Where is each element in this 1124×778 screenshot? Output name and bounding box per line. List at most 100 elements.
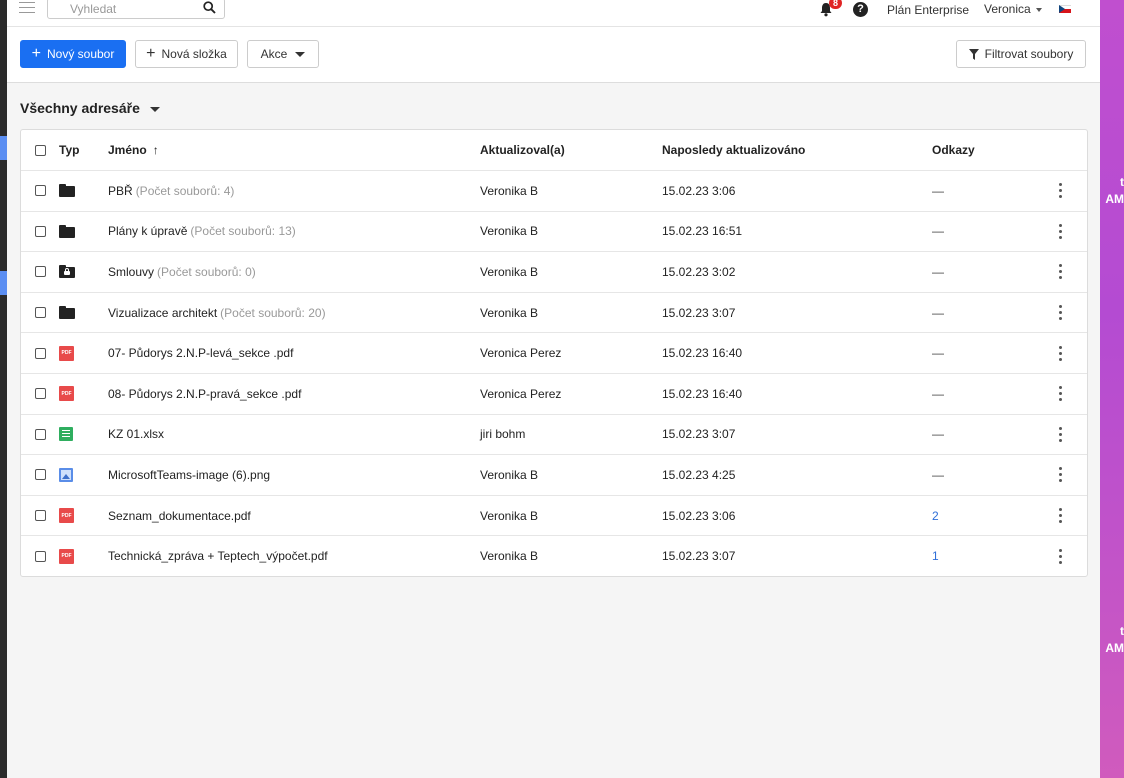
file-name[interactable]: Smlouvy bbox=[108, 265, 154, 279]
actions-label: Akce bbox=[260, 47, 288, 61]
row-checkbox[interactable] bbox=[35, 550, 46, 562]
more-options-icon[interactable] bbox=[1058, 386, 1062, 402]
file-name-cell[interactable]: 07- Půdorys 2.N.P-levá_sekce .pdf bbox=[108, 333, 293, 373]
filter-files-button[interactable]: Filtrovat soubory bbox=[956, 40, 1086, 68]
table-row[interactable]: MicrosoftTeams-image (6).png Veronika B 15… bbox=[21, 455, 1087, 496]
caret-down-icon bbox=[295, 51, 306, 57]
table-row[interactable]: PDF 07- Půdorys 2.N.P-levá_sekce .pdf Vero… bbox=[21, 333, 1087, 374]
row-checkbox[interactable] bbox=[35, 469, 46, 481]
table-row[interactable]: Plány k úpravě (Počet souborů: 13) Veronik… bbox=[21, 212, 1087, 253]
desktop-text: t bbox=[1120, 175, 1124, 189]
directory-selector-label: Všechny adresáře bbox=[20, 100, 140, 116]
file-name-cell[interactable]: MicrosoftTeams-image (6).png bbox=[108, 455, 270, 495]
table-row[interactable]: PDF Seznam_dokumentace.pdf Veronika B 15.02… bbox=[21, 496, 1087, 537]
column-header-name-label: Jméno bbox=[108, 143, 147, 157]
updated-at: 15.02.23 3:07 bbox=[662, 427, 736, 442]
file-name-cell[interactable]: Technická_zpráva + Teptech_výpočet.pdf bbox=[108, 536, 328, 576]
row-checkbox[interactable] bbox=[35, 388, 46, 400]
updated-by: Veronica Perez bbox=[480, 386, 562, 401]
row-checkbox[interactable] bbox=[35, 307, 46, 319]
links-count[interactable]: 2 bbox=[932, 509, 939, 523]
row-checkbox[interactable] bbox=[35, 185, 46, 197]
more-options-icon[interactable] bbox=[1058, 467, 1062, 483]
updated-at: 15.02.23 3:06 bbox=[662, 183, 736, 198]
pdf-file-icon: PDF bbox=[59, 508, 74, 524]
row-checkbox[interactable] bbox=[35, 266, 46, 278]
directory-selector[interactable]: Všechny adresáře bbox=[20, 100, 160, 116]
links-count[interactable]: 1 bbox=[932, 549, 939, 563]
new-file-button[interactable]: + Nový soubor bbox=[20, 40, 126, 68]
more-options-icon[interactable] bbox=[1058, 264, 1062, 280]
updated-by: Veronica Perez bbox=[480, 346, 562, 361]
table-row[interactable]: PDF Technická_zpráva + Teptech_výpočet.pd… bbox=[21, 536, 1087, 576]
table-row[interactable]: PDF 08- Půdorys 2.N.P-pravá_sekce .pdf Ver… bbox=[21, 374, 1087, 415]
updated-at: 15.02.23 3:06 bbox=[662, 508, 736, 523]
row-checkbox[interactable] bbox=[35, 225, 46, 237]
left-strip-marker bbox=[0, 136, 7, 160]
updated-by: Veronika B bbox=[480, 305, 539, 320]
file-name[interactable]: KZ 01.xlsx bbox=[108, 427, 164, 441]
file-name[interactable]: Vizualizace architekt bbox=[108, 306, 217, 320]
chevron-down-icon bbox=[1035, 7, 1042, 12]
pdf-file-icon: PDF bbox=[59, 345, 74, 361]
sort-ascending-icon: ↑ bbox=[152, 143, 159, 157]
actions-dropdown[interactable]: Akce bbox=[247, 40, 319, 68]
column-header-name[interactable]: Jméno ↑ bbox=[108, 130, 159, 170]
file-name-cell[interactable]: PBŘ (Počet souborů: 4) bbox=[108, 171, 234, 211]
left-strip-marker bbox=[0, 271, 7, 295]
file-name-cell[interactable]: Smlouvy (Počet souborů: 0) bbox=[108, 252, 256, 292]
new-folder-button[interactable]: + Nová složka bbox=[135, 40, 238, 68]
menu-icon[interactable] bbox=[19, 2, 35, 14]
file-name[interactable]: 07- Půdorys 2.N.P-levá_sekce .pdf bbox=[108, 346, 293, 360]
czech-flag-icon[interactable] bbox=[1059, 5, 1071, 13]
more-options-icon[interactable] bbox=[1058, 548, 1062, 564]
row-checkbox[interactable] bbox=[35, 428, 46, 440]
file-manager-app: 8 ? Plán Enterprise Veronica + Nový soubo… bbox=[7, 0, 1100, 778]
links-count: — bbox=[932, 305, 944, 320]
select-all-checkbox[interactable] bbox=[35, 144, 46, 156]
file-name[interactable]: Seznam_dokumentace.pdf bbox=[108, 509, 251, 523]
help-icon[interactable]: ? bbox=[853, 2, 868, 17]
column-header-links[interactable]: Odkazy bbox=[932, 130, 975, 170]
search-icon[interactable] bbox=[203, 1, 216, 17]
search-input[interactable] bbox=[48, 0, 210, 18]
file-name-cell[interactable]: 08- Půdorys 2.N.P-pravá_sekce .pdf bbox=[108, 374, 301, 414]
more-options-icon[interactable] bbox=[1058, 305, 1062, 321]
more-options-icon[interactable] bbox=[1058, 223, 1062, 239]
file-name-cell[interactable]: KZ 01.xlsx bbox=[108, 415, 164, 455]
table-row[interactable]: PBŘ (Počet souborů: 4) Veronika B 15.02.23 … bbox=[21, 171, 1087, 212]
file-name[interactable]: 08- Půdorys 2.N.P-pravá_sekce .pdf bbox=[108, 387, 301, 401]
user-menu[interactable]: Veronica bbox=[984, 2, 1042, 16]
more-options-icon[interactable] bbox=[1058, 345, 1062, 361]
table-row[interactable]: Vizualizace architekt (Počet souborů: 20)… bbox=[21, 293, 1087, 334]
desktop-text: AM bbox=[1105, 641, 1124, 655]
links-count: — bbox=[932, 264, 944, 279]
file-name[interactable]: PBŘ bbox=[108, 184, 133, 198]
folder-icon bbox=[59, 224, 75, 238]
plan-link[interactable]: Plán Enterprise bbox=[887, 3, 969, 17]
table-row[interactable]: KZ 01.xlsx jiri bohm 15.02.23 3:07 — bbox=[21, 415, 1087, 456]
locked-folder-icon bbox=[59, 265, 75, 279]
file-name-cell[interactable]: Plány k úpravě (Počet souborů: 13) bbox=[108, 212, 296, 252]
desktop-text: AM bbox=[1105, 192, 1124, 206]
file-name-cell[interactable]: Seznam_dokumentace.pdf bbox=[108, 496, 251, 536]
file-name[interactable]: MicrosoftTeams-image (6).png bbox=[108, 468, 270, 482]
table-row[interactable]: Smlouvy (Počet souborů: 0) Veronika B 15.02… bbox=[21, 252, 1087, 293]
more-options-icon[interactable] bbox=[1058, 508, 1062, 524]
links-count: — bbox=[932, 467, 944, 482]
column-header-type[interactable]: Typ bbox=[59, 130, 79, 170]
more-options-icon[interactable] bbox=[1058, 426, 1062, 442]
table-body: PBŘ (Počet souborů: 4) Veronika B 15.02.23 … bbox=[21, 171, 1087, 576]
file-name-cell[interactable]: Vizualizace architekt (Počet souborů: 20) bbox=[108, 293, 326, 333]
new-folder-label: Nová složka bbox=[161, 47, 227, 61]
updated-at: 15.02.23 3:07 bbox=[662, 549, 736, 564]
spreadsheet-file-icon bbox=[59, 427, 73, 442]
more-options-icon[interactable] bbox=[1058, 183, 1062, 199]
row-checkbox[interactable] bbox=[35, 347, 46, 359]
updated-by: Veronika B bbox=[480, 224, 539, 239]
row-checkbox[interactable] bbox=[35, 510, 46, 522]
file-name[interactable]: Plány k úpravě bbox=[108, 224, 187, 238]
column-header-updated-at[interactable]: Naposledy aktualizováno bbox=[662, 130, 805, 170]
file-name[interactable]: Technická_zpráva + Teptech_výpočet.pdf bbox=[108, 549, 328, 563]
column-header-updated-by[interactable]: Aktualizoval(a) bbox=[480, 130, 565, 170]
